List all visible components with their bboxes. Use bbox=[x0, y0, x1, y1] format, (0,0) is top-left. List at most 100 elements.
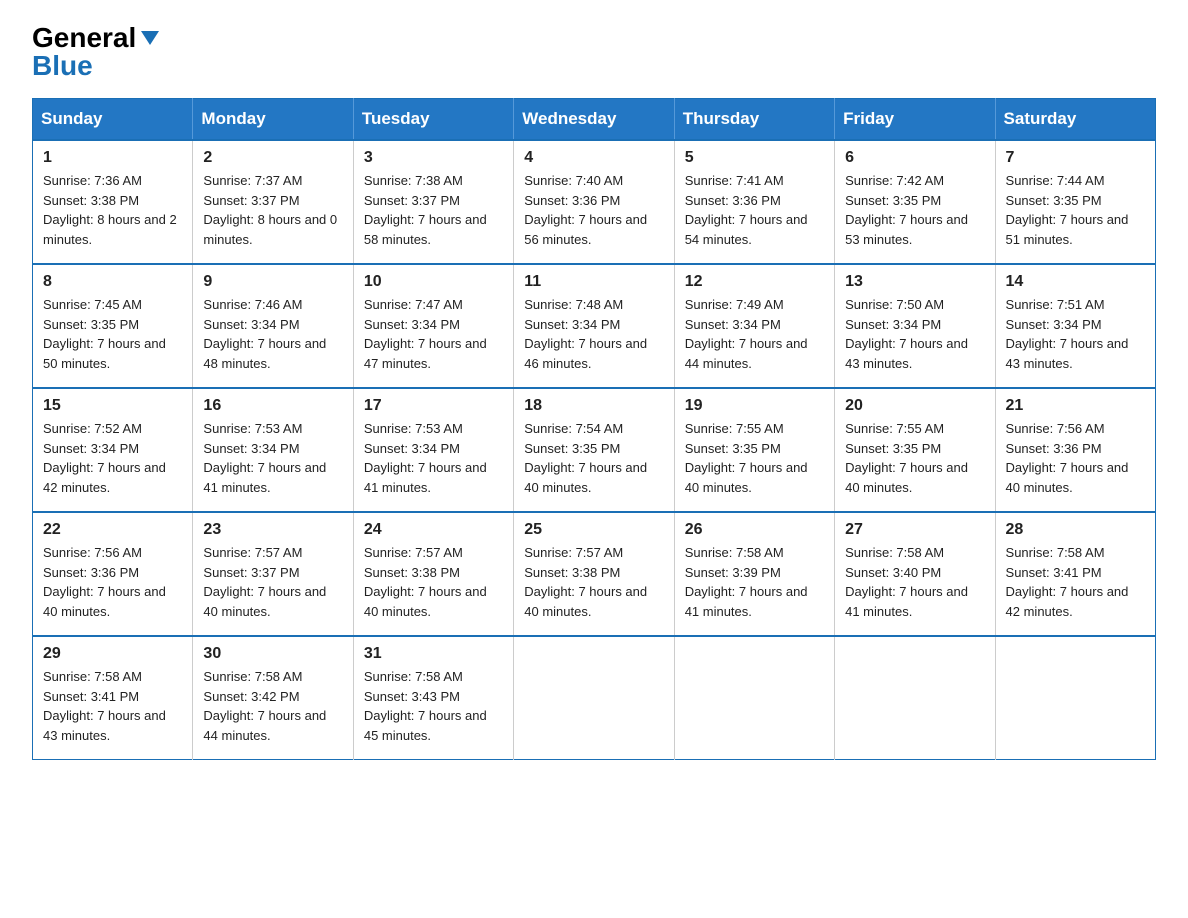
calendar-day-header: Saturday bbox=[995, 99, 1155, 141]
calendar-day-header: Friday bbox=[835, 99, 995, 141]
calendar-table: SundayMondayTuesdayWednesdayThursdayFrid… bbox=[32, 98, 1156, 760]
day-number: 13 bbox=[845, 273, 984, 291]
logo: General Blue bbox=[32, 24, 161, 80]
day-info: Sunrise: 7:47 AM Sunset: 3:34 PM Dayligh… bbox=[364, 295, 503, 373]
calendar-day-cell bbox=[835, 636, 995, 760]
day-number: 30 bbox=[203, 645, 342, 663]
calendar-day-cell: 5 Sunrise: 7:41 AM Sunset: 3:36 PM Dayli… bbox=[674, 140, 834, 264]
day-info: Sunrise: 7:58 AM Sunset: 3:42 PM Dayligh… bbox=[203, 667, 342, 745]
day-number: 21 bbox=[1006, 397, 1145, 415]
calendar-day-cell: 31 Sunrise: 7:58 AM Sunset: 3:43 PM Dayl… bbox=[353, 636, 513, 760]
day-info: Sunrise: 7:58 AM Sunset: 3:40 PM Dayligh… bbox=[845, 543, 984, 621]
day-number: 15 bbox=[43, 397, 182, 415]
day-info: Sunrise: 7:48 AM Sunset: 3:34 PM Dayligh… bbox=[524, 295, 663, 373]
calendar-day-cell: 25 Sunrise: 7:57 AM Sunset: 3:38 PM Dayl… bbox=[514, 512, 674, 636]
day-number: 16 bbox=[203, 397, 342, 415]
day-info: Sunrise: 7:45 AM Sunset: 3:35 PM Dayligh… bbox=[43, 295, 182, 373]
day-info: Sunrise: 7:56 AM Sunset: 3:36 PM Dayligh… bbox=[1006, 419, 1145, 497]
calendar-day-header: Thursday bbox=[674, 99, 834, 141]
calendar-day-cell: 1 Sunrise: 7:36 AM Sunset: 3:38 PM Dayli… bbox=[33, 140, 193, 264]
calendar-day-cell: 19 Sunrise: 7:55 AM Sunset: 3:35 PM Dayl… bbox=[674, 388, 834, 512]
day-info: Sunrise: 7:57 AM Sunset: 3:37 PM Dayligh… bbox=[203, 543, 342, 621]
day-info: Sunrise: 7:54 AM Sunset: 3:35 PM Dayligh… bbox=[524, 419, 663, 497]
day-number: 12 bbox=[685, 273, 824, 291]
calendar-day-cell bbox=[514, 636, 674, 760]
day-info: Sunrise: 7:38 AM Sunset: 3:37 PM Dayligh… bbox=[364, 171, 503, 249]
calendar-header-row: SundayMondayTuesdayWednesdayThursdayFrid… bbox=[33, 99, 1156, 141]
day-info: Sunrise: 7:37 AM Sunset: 3:37 PM Dayligh… bbox=[203, 171, 342, 249]
calendar-day-cell: 11 Sunrise: 7:48 AM Sunset: 3:34 PM Dayl… bbox=[514, 264, 674, 388]
day-number: 24 bbox=[364, 521, 503, 539]
day-number: 9 bbox=[203, 273, 342, 291]
calendar-day-cell: 24 Sunrise: 7:57 AM Sunset: 3:38 PM Dayl… bbox=[353, 512, 513, 636]
day-info: Sunrise: 7:58 AM Sunset: 3:41 PM Dayligh… bbox=[1006, 543, 1145, 621]
calendar-day-cell bbox=[995, 636, 1155, 760]
day-info: Sunrise: 7:51 AM Sunset: 3:34 PM Dayligh… bbox=[1006, 295, 1145, 373]
day-number: 4 bbox=[524, 149, 663, 167]
day-number: 11 bbox=[524, 273, 663, 291]
day-info: Sunrise: 7:55 AM Sunset: 3:35 PM Dayligh… bbox=[685, 419, 824, 497]
calendar-day-cell: 17 Sunrise: 7:53 AM Sunset: 3:34 PM Dayl… bbox=[353, 388, 513, 512]
calendar-day-cell: 2 Sunrise: 7:37 AM Sunset: 3:37 PM Dayli… bbox=[193, 140, 353, 264]
day-info: Sunrise: 7:49 AM Sunset: 3:34 PM Dayligh… bbox=[685, 295, 824, 373]
calendar-day-cell: 27 Sunrise: 7:58 AM Sunset: 3:40 PM Dayl… bbox=[835, 512, 995, 636]
calendar-day-cell bbox=[674, 636, 834, 760]
calendar-day-header: Wednesday bbox=[514, 99, 674, 141]
day-number: 27 bbox=[845, 521, 984, 539]
day-number: 28 bbox=[1006, 521, 1145, 539]
day-info: Sunrise: 7:52 AM Sunset: 3:34 PM Dayligh… bbox=[43, 419, 182, 497]
day-number: 22 bbox=[43, 521, 182, 539]
day-number: 31 bbox=[364, 645, 503, 663]
day-number: 7 bbox=[1006, 149, 1145, 167]
logo-blue-text: Blue bbox=[32, 52, 93, 80]
calendar-week-row: 1 Sunrise: 7:36 AM Sunset: 3:38 PM Dayli… bbox=[33, 140, 1156, 264]
calendar-day-cell: 6 Sunrise: 7:42 AM Sunset: 3:35 PM Dayli… bbox=[835, 140, 995, 264]
day-number: 25 bbox=[524, 521, 663, 539]
day-number: 20 bbox=[845, 397, 984, 415]
calendar-day-cell: 3 Sunrise: 7:38 AM Sunset: 3:37 PM Dayli… bbox=[353, 140, 513, 264]
day-info: Sunrise: 7:41 AM Sunset: 3:36 PM Dayligh… bbox=[685, 171, 824, 249]
day-info: Sunrise: 7:55 AM Sunset: 3:35 PM Dayligh… bbox=[845, 419, 984, 497]
calendar-day-cell: 8 Sunrise: 7:45 AM Sunset: 3:35 PM Dayli… bbox=[33, 264, 193, 388]
calendar-week-row: 15 Sunrise: 7:52 AM Sunset: 3:34 PM Dayl… bbox=[33, 388, 1156, 512]
day-info: Sunrise: 7:57 AM Sunset: 3:38 PM Dayligh… bbox=[364, 543, 503, 621]
calendar-week-row: 8 Sunrise: 7:45 AM Sunset: 3:35 PM Dayli… bbox=[33, 264, 1156, 388]
day-number: 10 bbox=[364, 273, 503, 291]
day-number: 14 bbox=[1006, 273, 1145, 291]
calendar-day-cell: 14 Sunrise: 7:51 AM Sunset: 3:34 PM Dayl… bbox=[995, 264, 1155, 388]
page-header: General Blue bbox=[32, 24, 1156, 80]
calendar-day-header: Tuesday bbox=[353, 99, 513, 141]
day-info: Sunrise: 7:58 AM Sunset: 3:41 PM Dayligh… bbox=[43, 667, 182, 745]
day-info: Sunrise: 7:42 AM Sunset: 3:35 PM Dayligh… bbox=[845, 171, 984, 249]
day-number: 2 bbox=[203, 149, 342, 167]
day-info: Sunrise: 7:46 AM Sunset: 3:34 PM Dayligh… bbox=[203, 295, 342, 373]
calendar-day-cell: 18 Sunrise: 7:54 AM Sunset: 3:35 PM Dayl… bbox=[514, 388, 674, 512]
calendar-day-cell: 21 Sunrise: 7:56 AM Sunset: 3:36 PM Dayl… bbox=[995, 388, 1155, 512]
day-number: 17 bbox=[364, 397, 503, 415]
calendar-day-cell: 9 Sunrise: 7:46 AM Sunset: 3:34 PM Dayli… bbox=[193, 264, 353, 388]
day-info: Sunrise: 7:53 AM Sunset: 3:34 PM Dayligh… bbox=[364, 419, 503, 497]
calendar-day-cell: 12 Sunrise: 7:49 AM Sunset: 3:34 PM Dayl… bbox=[674, 264, 834, 388]
logo-general-text: General bbox=[32, 24, 136, 52]
day-number: 1 bbox=[43, 149, 182, 167]
day-number: 29 bbox=[43, 645, 182, 663]
calendar-day-cell: 28 Sunrise: 7:58 AM Sunset: 3:41 PM Dayl… bbox=[995, 512, 1155, 636]
day-info: Sunrise: 7:40 AM Sunset: 3:36 PM Dayligh… bbox=[524, 171, 663, 249]
calendar-day-cell: 10 Sunrise: 7:47 AM Sunset: 3:34 PM Dayl… bbox=[353, 264, 513, 388]
day-number: 18 bbox=[524, 397, 663, 415]
day-number: 5 bbox=[685, 149, 824, 167]
day-info: Sunrise: 7:50 AM Sunset: 3:34 PM Dayligh… bbox=[845, 295, 984, 373]
day-info: Sunrise: 7:57 AM Sunset: 3:38 PM Dayligh… bbox=[524, 543, 663, 621]
logo-arrow-icon bbox=[139, 27, 161, 49]
calendar-week-row: 29 Sunrise: 7:58 AM Sunset: 3:41 PM Dayl… bbox=[33, 636, 1156, 760]
day-info: Sunrise: 7:53 AM Sunset: 3:34 PM Dayligh… bbox=[203, 419, 342, 497]
day-number: 8 bbox=[43, 273, 182, 291]
calendar-day-cell: 7 Sunrise: 7:44 AM Sunset: 3:35 PM Dayli… bbox=[995, 140, 1155, 264]
day-info: Sunrise: 7:56 AM Sunset: 3:36 PM Dayligh… bbox=[43, 543, 182, 621]
calendar-day-header: Monday bbox=[193, 99, 353, 141]
calendar-day-header: Sunday bbox=[33, 99, 193, 141]
calendar-day-cell: 4 Sunrise: 7:40 AM Sunset: 3:36 PM Dayli… bbox=[514, 140, 674, 264]
calendar-day-cell: 16 Sunrise: 7:53 AM Sunset: 3:34 PM Dayl… bbox=[193, 388, 353, 512]
day-number: 26 bbox=[685, 521, 824, 539]
calendar-day-cell: 13 Sunrise: 7:50 AM Sunset: 3:34 PM Dayl… bbox=[835, 264, 995, 388]
